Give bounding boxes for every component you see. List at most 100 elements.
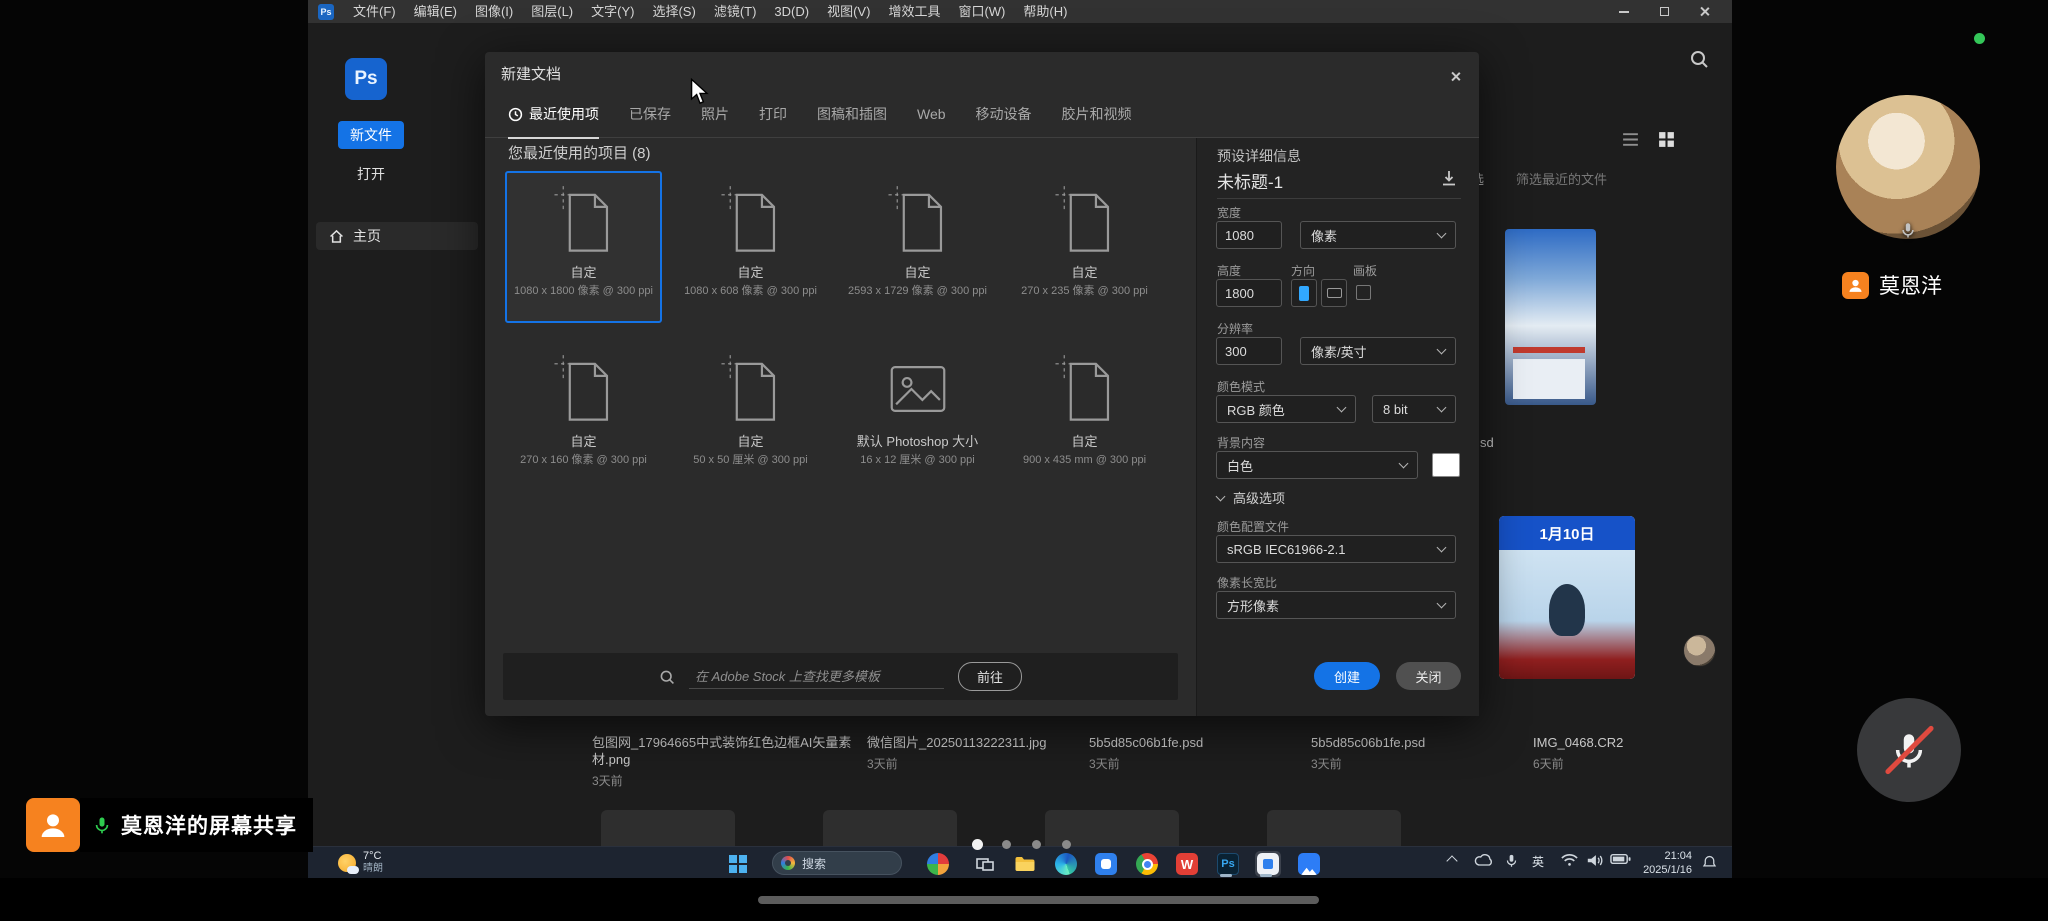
microphone-icon (1504, 853, 1519, 868)
taskbar-search[interactable]: 搜索 (772, 851, 902, 875)
stock-search-input[interactable] (689, 665, 944, 689)
recent-file-item[interactable]: 包图网_17964665中式装饰红色边框AI矢量素材.png 3天前 (592, 734, 854, 789)
tab-film-video[interactable]: 胶片和视频 (1062, 91, 1132, 138)
grid-view-icon[interactable] (1657, 130, 1676, 149)
wps-icon: W (1176, 853, 1198, 875)
recent-file-item[interactable]: IMG_0468.CR2 6天前 (1533, 734, 1728, 772)
pixel-aspect-select[interactable]: 方形像素 (1216, 591, 1456, 619)
start-button[interactable] (725, 851, 751, 877)
stock-go-button[interactable]: 前往 (958, 662, 1022, 691)
menu-filter[interactable]: 滤镜(T) (705, 0, 766, 23)
preset-card[interactable]: 自定 2593 x 1729 像素 @ 300 ppi (839, 171, 996, 323)
app-icon-blue[interactable] (1093, 851, 1119, 877)
list-view-icon[interactable] (1621, 130, 1640, 149)
height-input[interactable] (1216, 279, 1282, 307)
menu-3d[interactable]: 3D(D) (765, 0, 818, 23)
background-select[interactable]: 白色 (1216, 451, 1418, 479)
background-color-swatch[interactable] (1432, 453, 1460, 477)
preset-card[interactable]: 默认 Photoshop 大小 16 x 12 厘米 @ 300 ppi (839, 340, 996, 492)
taskbar-weather-widget[interactable]: 7°C 晴朗 (338, 850, 383, 875)
color-mode-select[interactable]: RGB 颜色 (1216, 395, 1356, 423)
bit-depth-select[interactable]: 8 bit (1372, 395, 1456, 423)
file-explorer-button[interactable] (1012, 851, 1038, 877)
menu-window[interactable]: 窗口(W) (949, 0, 1014, 23)
mute-button[interactable] (1857, 698, 1961, 802)
dialog-close-button[interactable] (1443, 64, 1467, 88)
color-profile-select[interactable]: sRGB IEC61966-2.1 (1216, 535, 1456, 563)
chrome-button[interactable] (1134, 851, 1160, 877)
task-view-button[interactable] (972, 851, 998, 877)
next-row-thumbnail[interactable] (1267, 810, 1401, 850)
menu-help[interactable]: 帮助(H) (1014, 0, 1076, 23)
wps-button[interactable]: W (1174, 851, 1200, 877)
preset-card[interactable]: 自定 900 x 435 mm @ 300 ppi (1006, 340, 1163, 492)
volume-tray-icon[interactable] (1586, 853, 1604, 868)
app-icon-pinwheel[interactable] (925, 851, 951, 877)
preset-card[interactable]: 自定 50 x 50 厘米 @ 300 ppi (672, 340, 829, 492)
dialog-close-action-button[interactable]: 关闭 (1396, 662, 1461, 690)
edge-browser-button[interactable] (1053, 851, 1079, 877)
save-preset-icon[interactable] (1439, 168, 1459, 188)
menu-select[interactable]: 选择(S) (643, 0, 704, 23)
mic-tray-icon[interactable] (1504, 853, 1519, 868)
carousel-dot-active[interactable] (972, 839, 983, 850)
recent-file-item[interactable]: 5b5d85c06b1fe.psd 3天前 (1311, 734, 1561, 772)
preset-card[interactable]: 自定 270 x 160 像素 @ 300 ppi (505, 340, 662, 492)
sidebar-item-home[interactable]: 主页 (316, 222, 478, 250)
recent-video-thumbnail[interactable]: 1月10日 (1499, 516, 1635, 679)
horizontal-scrollbar[interactable] (758, 896, 1319, 904)
carousel-dot[interactable] (1002, 840, 1011, 849)
photos-app-button[interactable] (1296, 851, 1322, 877)
wifi-tray-icon[interactable] (1560, 853, 1579, 867)
minimize-button[interactable] (1604, 0, 1644, 23)
width-unit-select[interactable]: 像素 (1300, 221, 1456, 249)
onedrive-tray-icon[interactable] (1474, 853, 1494, 867)
close-button[interactable] (1684, 0, 1724, 23)
tab-print[interactable]: 打印 (759, 91, 787, 138)
preset-card[interactable]: 自定 1080 x 1800 像素 @ 300 ppi (505, 171, 662, 323)
next-row-thumbnail[interactable] (601, 810, 735, 850)
artboard-checkbox[interactable] (1356, 285, 1371, 300)
create-button[interactable]: 创建 (1314, 662, 1380, 690)
resolution-unit-select[interactable]: 像素/英寸 (1300, 337, 1456, 365)
search-icon[interactable] (1689, 49, 1709, 69)
carousel-dot[interactable] (1062, 840, 1071, 849)
battery-tray-icon[interactable] (1610, 853, 1631, 865)
participant-bubble[interactable] (1683, 634, 1716, 667)
orientation-landscape-button[interactable] (1321, 279, 1347, 307)
running-app-indicator (1220, 874, 1232, 877)
advanced-options-toggle[interactable]: 高级选项 (1217, 488, 1285, 507)
carousel-dot[interactable] (1032, 840, 1041, 849)
menu-file[interactable]: 文件(F) (344, 0, 405, 23)
tab-saved[interactable]: 已保存 (629, 91, 671, 138)
webcam-avatar[interactable] (1836, 95, 1980, 239)
menu-plugins[interactable]: 增效工具 (879, 0, 949, 23)
tab-recent[interactable]: 最近使用项 (508, 91, 599, 138)
menu-layer[interactable]: 图层(L) (522, 0, 582, 23)
recent-file-thumbnail[interactable] (1505, 229, 1596, 405)
resolution-input[interactable] (1216, 337, 1282, 365)
recent-file-item[interactable]: 微信图片_20250113222311.jpg 3天前 (867, 734, 1117, 772)
document-name-field[interactable]: 未标题-1 (1217, 168, 1283, 193)
open-button[interactable]: 打开 (338, 161, 404, 187)
tab-web[interactable]: Web (917, 91, 946, 138)
taskbar-clock[interactable]: 21:04 2025/1/16 (1643, 849, 1692, 877)
notification-center-button[interactable] (1701, 854, 1718, 871)
menu-edit[interactable]: 编辑(E) (405, 0, 466, 23)
new-file-button[interactable]: 新文件 (338, 121, 404, 149)
menu-image[interactable]: 图像(I) (466, 0, 522, 23)
menu-view[interactable]: 视图(V) (818, 0, 879, 23)
next-row-thumbnail[interactable] (823, 810, 957, 850)
tray-expand-button[interactable] (1448, 853, 1456, 865)
language-indicator[interactable]: 英 (1532, 853, 1544, 870)
tab-mobile[interactable]: 移动设备 (976, 91, 1032, 138)
tab-art[interactable]: 图稿和插图 (817, 91, 887, 138)
orientation-portrait-button[interactable] (1291, 279, 1317, 307)
width-input[interactable] (1216, 221, 1282, 249)
menu-type[interactable]: 文字(Y) (582, 0, 643, 23)
preset-card[interactable]: 自定 270 x 235 像素 @ 300 ppi (1006, 171, 1163, 323)
recent-file-item[interactable]: 5b5d85c06b1fe.psd 3天前 (1089, 734, 1339, 772)
maximize-button[interactable] (1644, 0, 1684, 23)
preset-card[interactable]: 自定 1080 x 608 像素 @ 300 ppi (672, 171, 829, 323)
search-logo-icon (781, 856, 795, 870)
